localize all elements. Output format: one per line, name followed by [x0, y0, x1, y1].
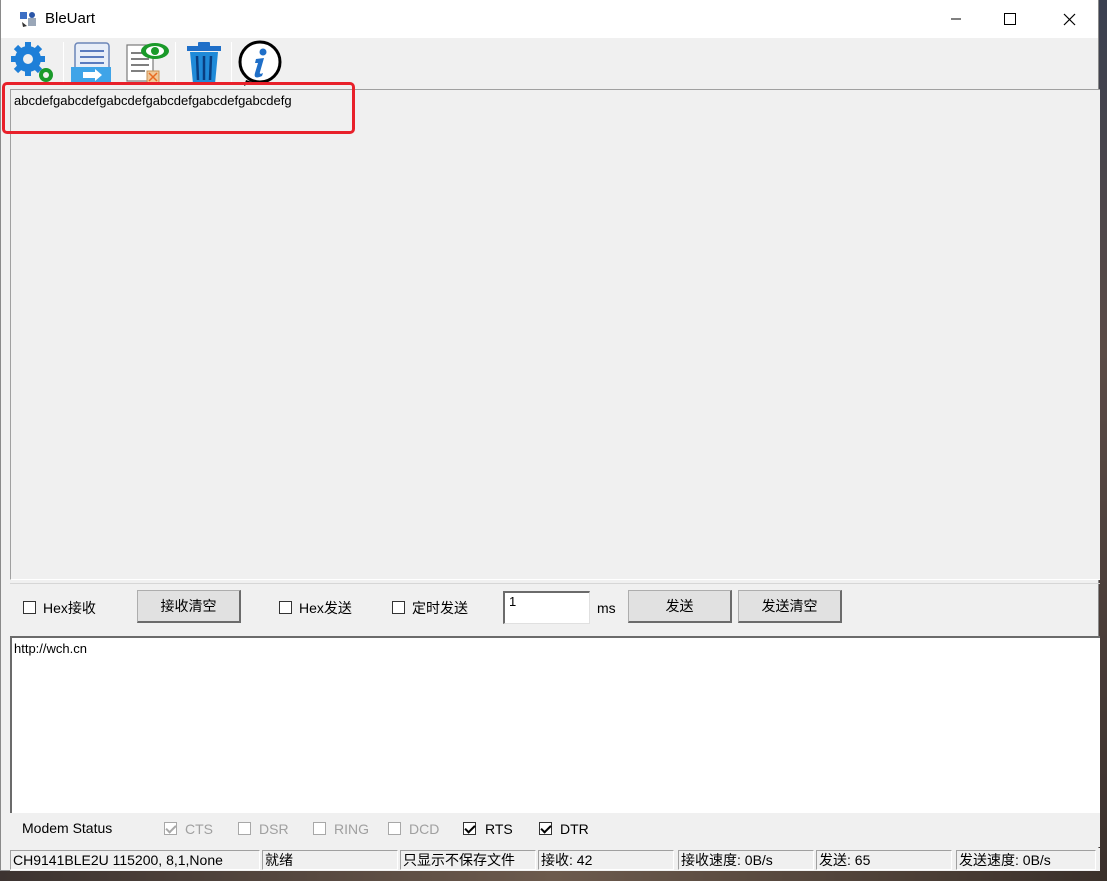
send-file-icon: [71, 42, 111, 83]
status-sent-count: 发送: 65: [816, 850, 952, 870]
send-data-text: http://wch.cn: [14, 641, 87, 656]
control-row: Hex接收 接收清空 Hex发送 定时发送 1 ms 发送 发送清空: [10, 583, 1100, 631]
trash-icon: [187, 42, 221, 84]
title-bar: BleUart: [1, 0, 1098, 38]
hex-receive-checkbox[interactable]: [23, 601, 36, 614]
cts-label: CTS: [185, 821, 213, 837]
desktop-background: [1099, 0, 1107, 881]
view-file-icon: [126, 43, 169, 84]
rts-label: RTS: [485, 821, 513, 837]
dtr-label: DTR: [560, 821, 589, 837]
status-send-speed: 发送速度: 0B/s: [956, 850, 1096, 870]
clear-button[interactable]: [179, 40, 229, 86]
clear-receive-button[interactable]: 接收清空: [137, 590, 241, 623]
ring-checkbox: [313, 822, 326, 835]
send-file-button[interactable]: [67, 40, 117, 86]
settings-button[interactable]: [9, 40, 59, 86]
dcd-checkbox: [388, 822, 401, 835]
modem-status-label: Modem Status: [22, 820, 113, 836]
minimize-icon: [951, 18, 961, 20]
maximize-icon: [1004, 13, 1016, 25]
gear-icon: [11, 42, 53, 82]
app-icon: [19, 10, 39, 28]
status-save-mode: 只显示不保存文件: [400, 850, 536, 870]
status-bar: CH9141BLE2U 115200, 8,1,None 就绪 只显示不保存文件…: [10, 848, 1100, 871]
toolbar: [1, 38, 1098, 88]
close-icon: [1063, 13, 1075, 25]
receive-textbox[interactable]: abcdefgabcdefgabcdefgabcdefgabcdefgabcde…: [10, 89, 1100, 580]
clear-send-button[interactable]: 发送清空: [738, 590, 842, 623]
dtr-checkbox[interactable]: [539, 822, 552, 835]
interval-unit-label: ms: [597, 600, 616, 616]
interval-input[interactable]: 1: [503, 591, 590, 624]
view-file-button[interactable]: [123, 40, 173, 86]
hex-send-label: Hex发送: [299, 600, 352, 616]
desktop-background-bottom: [0, 870, 1107, 881]
ring-label: RING: [334, 821, 369, 837]
close-button[interactable]: [1040, 0, 1098, 38]
maximize-button[interactable]: [981, 0, 1039, 38]
window-title: BleUart: [45, 10, 96, 27]
timed-send-checkbox[interactable]: [392, 601, 405, 614]
toolbar-separator: [175, 42, 176, 84]
hex-send-checkbox[interactable]: [279, 601, 292, 614]
dsr-checkbox: [238, 822, 251, 835]
send-textbox[interactable]: http://wch.cn: [10, 636, 1100, 813]
about-button[interactable]: [235, 40, 285, 86]
status-received-count: 接收: 42: [538, 850, 674, 870]
cts-checkbox: [164, 822, 177, 835]
info-icon: [238, 40, 282, 86]
toolbar-separator: [231, 42, 232, 84]
status-state: 就绪: [262, 850, 398, 870]
toolbar-separator: [63, 42, 64, 84]
hex-receive-label: Hex接收: [43, 600, 96, 616]
modem-status-row: Modem Status CTS DSR RING DCD RTS DTR: [10, 813, 1100, 847]
send-button[interactable]: 发送: [628, 590, 732, 623]
status-receive-speed: 接收速度: 0B/s: [678, 850, 814, 870]
dsr-label: DSR: [259, 821, 289, 837]
dcd-label: DCD: [409, 821, 440, 837]
rts-checkbox[interactable]: [463, 822, 476, 835]
minimize-button[interactable]: [927, 0, 985, 38]
highlight-annotation: [2, 82, 355, 134]
timed-send-label: 定时发送: [412, 600, 468, 616]
status-port-info: CH9141BLE2U 115200, 8,1,None: [10, 850, 260, 870]
